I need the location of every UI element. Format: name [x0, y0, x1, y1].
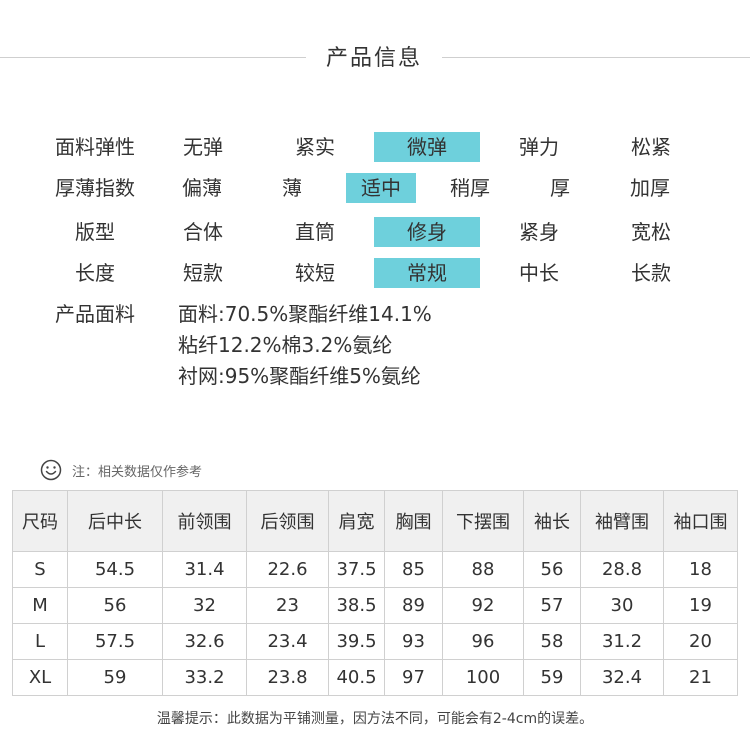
header-upper-arm: 袖臂围	[580, 490, 664, 552]
table-cell: 21	[663, 659, 738, 696]
option-thickness-2-selected: 适中	[346, 173, 416, 203]
table-cell: 56	[523, 551, 581, 588]
table-header-row: 尺码 后中长 前领围 后领围 肩宽 胸围 下摆围 袖长 袖臂围 袖口围	[12, 490, 738, 552]
table-cell: 23.4	[246, 623, 329, 660]
table-cell: 85	[384, 551, 443, 588]
attr-label-fit: 版型	[75, 220, 115, 244]
smiley-icon	[40, 459, 62, 481]
attr-label-length: 长度	[75, 261, 115, 285]
header-hem: 下摆围	[442, 490, 524, 552]
table-cell: 19	[663, 587, 738, 624]
option-fit-3: 紧身	[519, 220, 559, 244]
table-cell: 33.2	[162, 659, 247, 696]
table-row: XL 59 33.2 23.8 40.5 97 100 59 32.4 21	[12, 659, 738, 696]
table-cell: S	[12, 551, 68, 588]
table-cell: 96	[442, 623, 524, 660]
option-elasticity-0: 无弹	[183, 135, 223, 159]
header-divider-right	[442, 57, 750, 58]
option-fit-0: 合体	[183, 220, 223, 244]
attr-label-thickness: 厚薄指数	[55, 176, 135, 200]
fabric-line-2: 粘纤12.2%棉3.2%氨纶	[178, 333, 393, 357]
section-title: 产品信息	[325, 46, 422, 71]
option-length-0: 短款	[183, 261, 223, 285]
table-cell: 40.5	[328, 659, 385, 696]
table-cell: 32.6	[162, 623, 247, 660]
attr-label-fabric: 产品面料	[55, 302, 135, 326]
table-cell: 57.5	[67, 623, 163, 660]
option-length-2-selected: 常规	[374, 258, 480, 288]
option-elasticity-1: 紧实	[295, 135, 335, 159]
table-cell: 37.5	[328, 551, 385, 588]
header-shoulder: 肩宽	[328, 490, 385, 552]
table-row: S 54.5 31.4 22.6 37.5 85 88 56 28.8 18	[12, 551, 738, 588]
table-cell: 38.5	[328, 587, 385, 624]
table-cell: 32	[162, 587, 247, 624]
table-cell: 28.8	[580, 551, 664, 588]
header-front-neck: 前领围	[162, 490, 247, 552]
table-cell: 57	[523, 587, 581, 624]
option-length-4: 长款	[631, 261, 671, 285]
table-cell: 31.4	[162, 551, 247, 588]
option-length-3: 中长	[519, 261, 559, 285]
table-cell: 30	[580, 587, 664, 624]
option-fit-4: 宽松	[631, 220, 671, 244]
table-cell: 32.4	[580, 659, 664, 696]
table-cell: XL	[12, 659, 68, 696]
size-table: 尺码 后中长 前领围 后领围 肩宽 胸围 下摆围 袖长 袖臂围 袖口围 S 54…	[12, 490, 738, 696]
option-length-1: 较短	[295, 261, 335, 285]
table-cell: 23.8	[246, 659, 329, 696]
header-size: 尺码	[12, 490, 68, 552]
table-cell: 97	[384, 659, 443, 696]
reference-note-text: 注：相关数据仅作参考	[72, 464, 203, 480]
table-cell: L	[12, 623, 68, 660]
table-cell: 56	[67, 587, 163, 624]
reference-note: 注：相关数据仅作参考	[40, 458, 202, 482]
option-elasticity-2-selected: 微弹	[374, 132, 480, 162]
attr-label-elasticity: 面料弹性	[55, 135, 135, 159]
table-cell: 59	[67, 659, 163, 696]
header-sleeve-length: 袖长	[523, 490, 581, 552]
fabric-line-3: 衬网:95%聚酯纤维5%氨纶	[178, 364, 421, 388]
table-row: M 56 32 23 38.5 89 92 57 30 19	[12, 587, 738, 624]
option-thickness-5: 加厚	[630, 176, 670, 200]
table-row: L 57.5 32.6 23.4 39.5 93 96 58 31.2 20	[12, 623, 738, 660]
table-cell: 23	[246, 587, 329, 624]
option-fit-1: 直筒	[295, 220, 335, 244]
table-cell: 18	[663, 551, 738, 588]
footer-note: 温馨提示：此数据为平铺测量，因方法不同，可能会有2-4cm的误差。	[156, 711, 594, 727]
header-back-neck: 后领围	[246, 490, 329, 552]
option-fit-2-selected: 修身	[374, 217, 480, 247]
table-cell: 20	[663, 623, 738, 660]
header-chest: 胸围	[384, 490, 443, 552]
table-cell: 58	[523, 623, 581, 660]
option-thickness-1: 薄	[282, 176, 302, 200]
option-elasticity-4: 松紧	[631, 135, 671, 159]
option-elasticity-3: 弹力	[519, 135, 559, 159]
table-cell: 31.2	[580, 623, 664, 660]
table-cell: 93	[384, 623, 443, 660]
fabric-line-1: 面料:70.5%聚酯纤维14.1%	[178, 302, 432, 326]
header-back-length: 后中长	[67, 490, 163, 552]
header-cuff: 袖口围	[663, 490, 738, 552]
table-cell: 100	[442, 659, 524, 696]
option-thickness-3: 稍厚	[450, 176, 490, 200]
table-cell: 92	[442, 587, 524, 624]
table-cell: 89	[384, 587, 443, 624]
table-cell: 22.6	[246, 551, 329, 588]
option-thickness-0: 偏薄	[182, 176, 222, 200]
table-cell: 88	[442, 551, 524, 588]
header-divider-left	[0, 57, 306, 58]
table-cell: 39.5	[328, 623, 385, 660]
table-cell: M	[12, 587, 68, 624]
option-thickness-4: 厚	[550, 176, 570, 200]
table-cell: 54.5	[67, 551, 163, 588]
table-cell: 59	[523, 659, 581, 696]
